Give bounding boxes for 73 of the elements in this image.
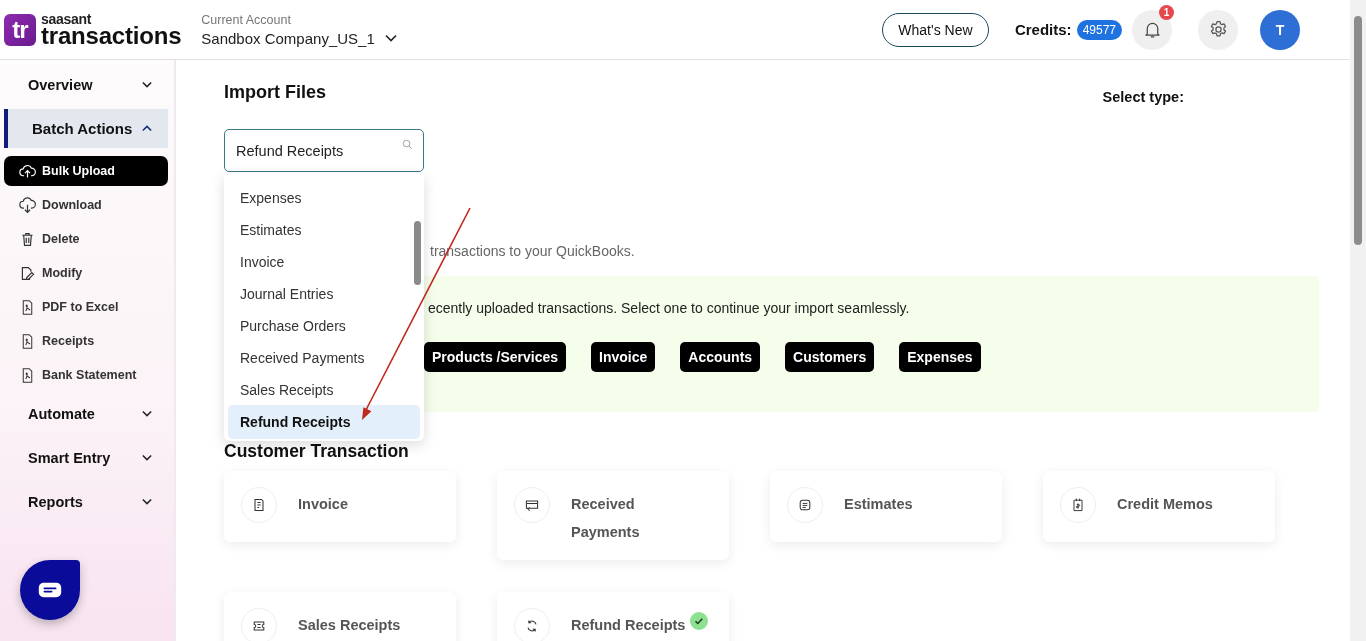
trash-icon bbox=[19, 230, 36, 248]
transaction-chip[interactable]: Expenses bbox=[899, 342, 981, 372]
sidebar-group-item[interactable]: Batch Actions bbox=[4, 109, 168, 148]
sidebar-group-item[interactable]: Overview bbox=[4, 65, 168, 104]
dropdown-option[interactable]: Journal Entries bbox=[228, 278, 408, 310]
scroll-thumb[interactable] bbox=[1354, 16, 1362, 245]
money-document-icon bbox=[1070, 497, 1086, 513]
search-icon bbox=[402, 139, 413, 150]
sidebar-item[interactable]: Modify bbox=[4, 258, 168, 288]
sidebar-item[interactable]: Delete bbox=[4, 224, 168, 254]
caret-icon bbox=[142, 410, 152, 417]
user-avatar[interactable]: T bbox=[1260, 9, 1300, 50]
caret-icon bbox=[142, 498, 152, 505]
transaction-card[interactable]: Invoice bbox=[224, 471, 456, 542]
notification-badge: 1 bbox=[1159, 4, 1174, 20]
dropdown-option[interactable]: Received Payments bbox=[228, 342, 408, 374]
card-icon bbox=[524, 497, 540, 513]
card-label: Estimates bbox=[844, 495, 914, 514]
transaction-chip[interactable]: Products /Services bbox=[424, 342, 567, 372]
card-label: Invoice bbox=[298, 495, 349, 514]
card-label: Refund Receipts bbox=[571, 616, 687, 635]
logo-icon: tr bbox=[4, 13, 36, 46]
whats-new-button[interactable]: What's New bbox=[881, 12, 989, 47]
card-label: Sales Receipts bbox=[298, 616, 402, 635]
sidebar-item[interactable]: PDF to Excel bbox=[4, 292, 168, 322]
section-title: Customer Transaction bbox=[224, 441, 410, 462]
settings-button[interactable] bbox=[1198, 9, 1238, 50]
logo-product: transactions bbox=[41, 23, 182, 48]
cloud-upload-icon bbox=[19, 162, 36, 180]
caret-icon bbox=[142, 454, 152, 461]
sidebar-item[interactable]: Download bbox=[4, 190, 168, 220]
card-label: Credit Memos bbox=[1117, 495, 1214, 514]
credits-label: Credits: bbox=[1014, 21, 1072, 38]
sidebar-item[interactable]: Bank Statement bbox=[4, 360, 168, 390]
scrollbar[interactable] bbox=[1350, 0, 1366, 641]
document-icon bbox=[797, 497, 813, 513]
dropdown-option[interactable]: Sales Receipts bbox=[228, 374, 408, 406]
account-label: Current Account bbox=[201, 12, 292, 27]
sidebar-group-item[interactable]: Automate bbox=[4, 394, 168, 433]
page-title: Import Files bbox=[224, 82, 326, 103]
sidebar-group-item[interactable]: Reports bbox=[4, 482, 168, 521]
search-field[interactable]: Refund Receipts bbox=[224, 129, 424, 172]
transaction-card[interactable]: Sales Receipts bbox=[224, 592, 456, 641]
transaction-chip[interactable]: Invoice bbox=[591, 342, 656, 372]
transaction-card[interactable]: Estimates bbox=[770, 471, 1002, 542]
caret-icon[interactable] bbox=[384, 34, 397, 42]
cloud-download-icon bbox=[19, 196, 36, 214]
transaction-card[interactable]: Received Payments bbox=[497, 471, 729, 560]
transaction-card[interactable]: Credit Memos bbox=[1043, 471, 1275, 542]
caret-icon bbox=[142, 125, 152, 132]
ticket-icon bbox=[251, 618, 267, 634]
invoice-icon bbox=[251, 497, 267, 513]
dropdown-option[interactable]: Invoice bbox=[228, 246, 408, 278]
card-label: Received Payments bbox=[571, 495, 641, 542]
transaction-chip[interactable]: Customers bbox=[785, 342, 875, 372]
logo-brand: saasant bbox=[41, 11, 92, 26]
sidebar-item[interactable]: Receipts bbox=[4, 326, 168, 356]
dropdown-option[interactable]: Expenses bbox=[228, 182, 408, 214]
credits-badge: 49577 bbox=[1076, 19, 1122, 40]
scroll-thumb[interactable] bbox=[414, 221, 421, 285]
chat-icon bbox=[38, 582, 62, 598]
caret-icon bbox=[142, 81, 152, 88]
transaction-card[interactable]: Refund Receipts bbox=[497, 592, 729, 641]
account-selector[interactable]: Sandbox Company_US_1 bbox=[201, 29, 375, 47]
transaction-chip[interactable]: Accounts bbox=[680, 342, 761, 372]
sidebar-item[interactable]: Bulk Upload bbox=[4, 156, 168, 186]
recent-text: ecently uploaded transactions. Select one to continue your import seamlessly. bbox=[428, 300, 910, 316]
dropdown-option[interactable]: Estimates bbox=[228, 214, 408, 246]
select-type-label: Select type: bbox=[1102, 89, 1184, 105]
edit-document-icon bbox=[19, 264, 36, 282]
dropdown-option[interactable]: Refund Receipts bbox=[228, 405, 420, 439]
dropdown-option[interactable]: Purchase Orders bbox=[228, 310, 408, 342]
sidebar-group-item[interactable]: Smart Entry bbox=[4, 438, 168, 477]
